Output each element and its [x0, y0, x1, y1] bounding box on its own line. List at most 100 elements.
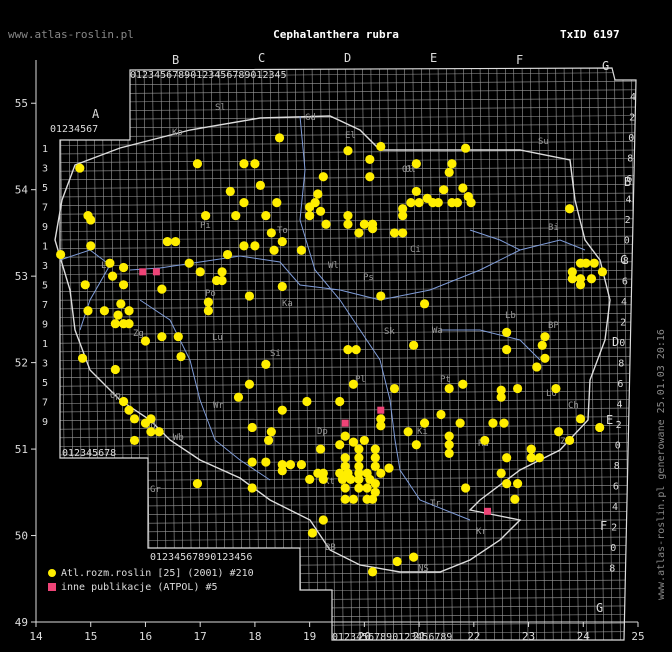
record-dot — [261, 457, 271, 467]
record-dot — [502, 479, 512, 489]
record-dot — [354, 228, 364, 238]
record-dot — [597, 267, 608, 277]
record-dot — [244, 291, 255, 301]
record-dot — [157, 332, 167, 342]
record-dot — [247, 483, 257, 493]
record-dot — [266, 228, 276, 238]
river-line — [139, 299, 271, 481]
record-dot — [532, 362, 542, 372]
record-dot — [75, 163, 85, 173]
record-dot — [461, 143, 471, 153]
record-dot — [458, 183, 468, 193]
atpol-letter: C — [258, 51, 265, 65]
record-dot — [575, 280, 586, 290]
record-dot — [452, 198, 462, 208]
record-dot — [118, 396, 129, 407]
record-square — [341, 419, 349, 427]
region-label: Kr — [476, 527, 487, 537]
record-square — [377, 406, 385, 414]
record-dot — [346, 474, 356, 484]
record-dot — [118, 262, 129, 273]
record-dot — [86, 215, 96, 225]
record-dot — [315, 206, 326, 216]
record-dot — [129, 435, 140, 446]
record-dot — [192, 479, 203, 489]
legend-secondary-label: inne publikacje (ATPOL) #5 — [61, 582, 218, 593]
record-dot — [335, 396, 345, 407]
atpol-digits: 01234567890123456789012345 — [130, 70, 287, 81]
record-dot — [365, 154, 375, 165]
record-dot — [340, 494, 350, 504]
atpol-digit: 4 — [621, 297, 627, 308]
record-dot — [433, 198, 443, 208]
region-label: Gr — [150, 485, 161, 495]
record-dot — [184, 258, 194, 268]
atpol-digit: 8 — [623, 256, 629, 267]
record-dot — [337, 474, 348, 484]
record-dot — [461, 483, 471, 493]
region-label: Ki — [417, 427, 428, 437]
legend-primary-label: Atl.rozm.roslin [25] (2001) #210 — [61, 568, 254, 579]
record-dot — [564, 435, 575, 446]
record-dot — [365, 172, 375, 182]
record-dot — [510, 494, 520, 504]
record-dot — [108, 271, 118, 281]
atpol-digit: 5 — [42, 183, 48, 194]
atpol-digits: 01234567 — [50, 124, 98, 135]
record-dot — [348, 379, 359, 389]
record-dot — [285, 460, 296, 470]
region-label: Wb — [173, 433, 184, 443]
region-label: Pt — [440, 375, 451, 385]
record-dot — [277, 466, 287, 476]
record-dot — [595, 422, 605, 433]
generated-note: www.atlas-roslin.pl generowane 25.01.03 … — [656, 329, 667, 600]
record-dot — [296, 460, 307, 470]
record-dot — [277, 236, 287, 247]
record-dot — [502, 327, 512, 337]
record-dot — [307, 528, 317, 538]
record-dot — [575, 414, 586, 424]
atpol-letter: A — [92, 107, 100, 121]
atpol-digit: 2 — [625, 215, 631, 226]
record-dot — [225, 186, 235, 197]
record-dot — [110, 364, 120, 375]
y-tick-label: 51 — [15, 443, 28, 456]
record-dot — [343, 219, 353, 229]
record-dot — [321, 219, 331, 229]
record-dot — [444, 440, 454, 450]
record-square — [484, 507, 491, 515]
region-label: Op — [110, 391, 121, 401]
atpol-digit: 9 — [42, 320, 48, 331]
record-dot — [376, 421, 386, 431]
record-dot — [513, 383, 523, 394]
record-dot — [480, 435, 490, 446]
record-dot — [398, 228, 408, 238]
record-dot — [406, 198, 416, 208]
record-dot — [376, 141, 386, 152]
x-tick-label: 16 — [139, 630, 152, 643]
record-dot — [99, 306, 110, 316]
record-dot — [203, 306, 213, 316]
record-dot — [564, 204, 575, 214]
atpol-digit: 2 — [611, 523, 617, 534]
record-dot — [419, 418, 430, 428]
record-dot — [537, 340, 547, 350]
record-dot — [343, 211, 353, 221]
record-dot — [534, 453, 545, 463]
region-label: Po — [205, 289, 216, 299]
region-label: Lb — [505, 311, 516, 321]
x-tick-label: 23 — [522, 630, 535, 643]
record-dot — [105, 258, 115, 268]
record-dot — [367, 224, 378, 234]
record-dot — [444, 431, 454, 441]
atpol-digit: 1 — [42, 144, 48, 155]
record-dot — [217, 267, 227, 277]
record-dot — [409, 552, 419, 562]
atpol-digit: 8 — [618, 359, 624, 370]
atpol-digit: 1 — [42, 242, 48, 253]
region-label: El — [345, 131, 356, 141]
atpol-digit: 3 — [42, 164, 48, 175]
record-dot — [176, 351, 186, 362]
record-dot — [305, 474, 315, 484]
region-label: Wl — [328, 261, 339, 271]
